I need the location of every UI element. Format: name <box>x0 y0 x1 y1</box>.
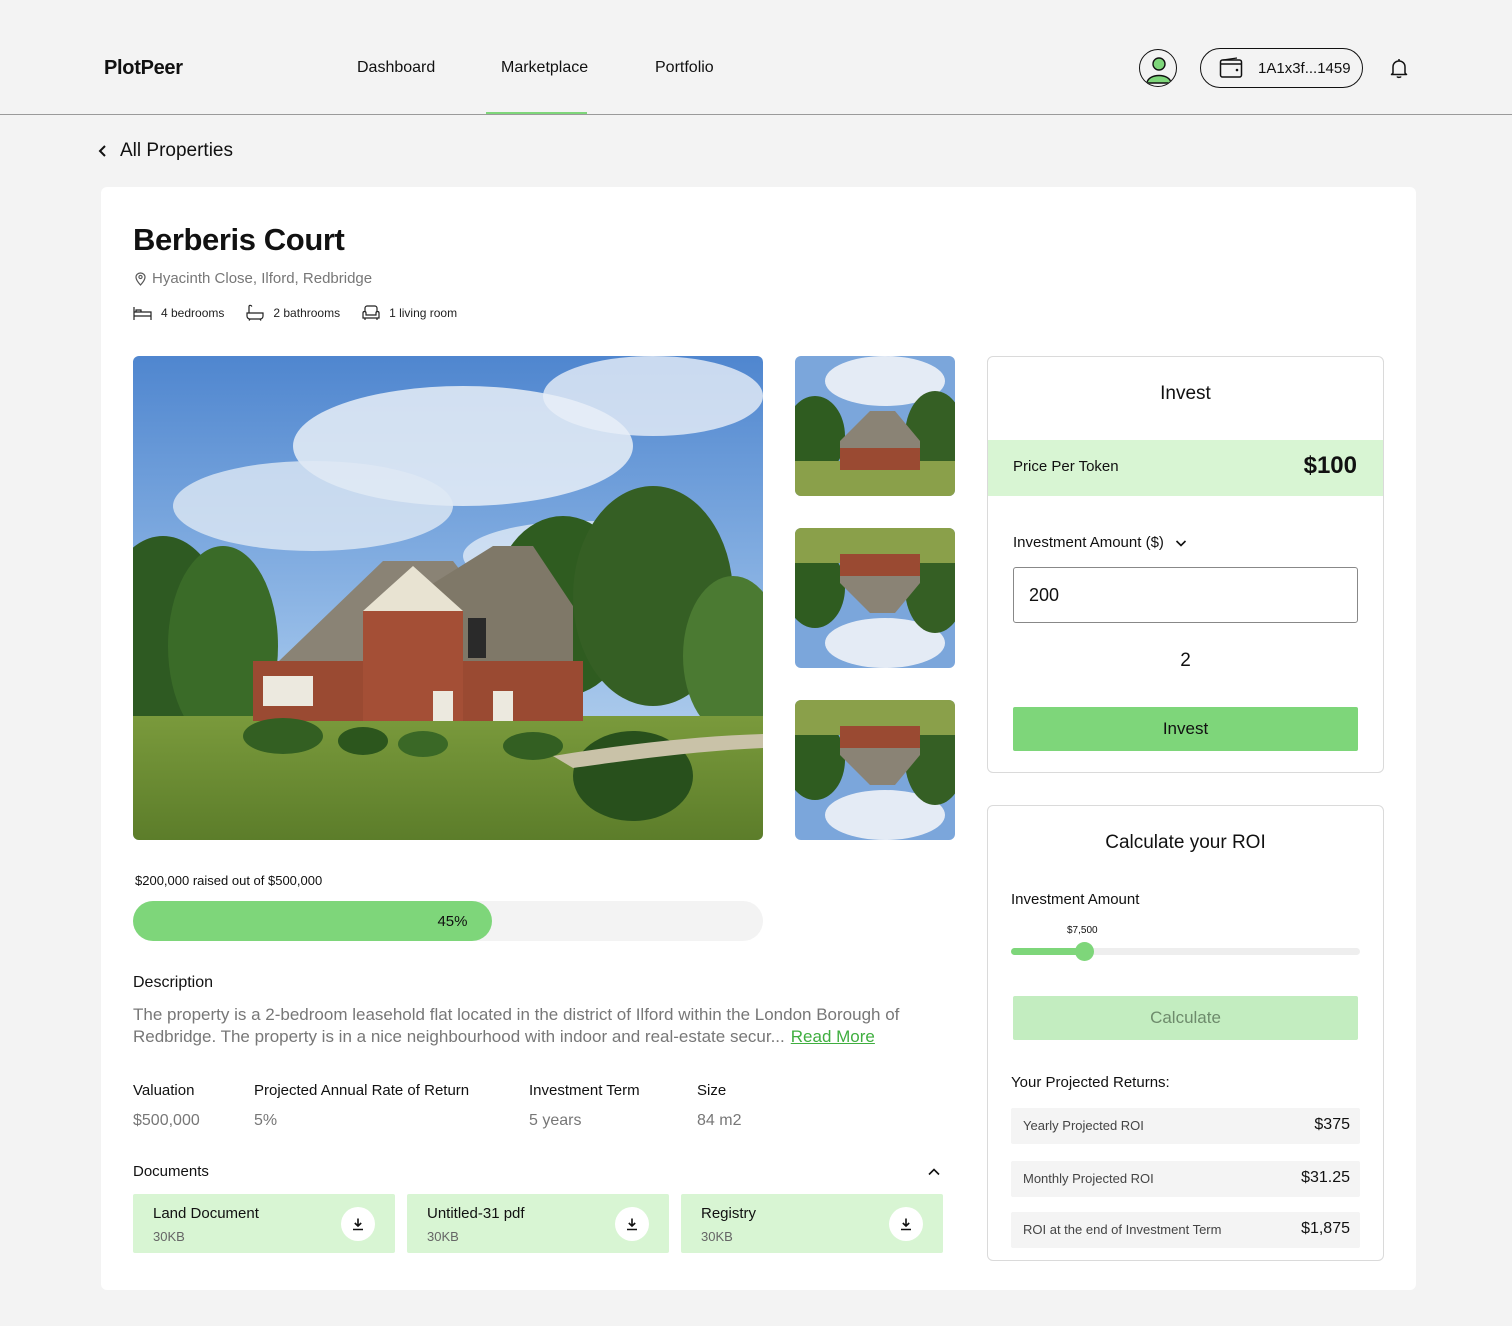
user-avatar-icon[interactable] <box>1139 49 1177 87</box>
download-icon[interactable] <box>889 1207 923 1241</box>
funding-percent: 45% <box>437 913 468 930</box>
return-rate-value: 5% <box>254 1112 278 1129</box>
property-features: 4 bedrooms 2 bathrooms 1 living room <box>133 304 479 321</box>
address-text: Hyacinth Close, Ilford, Redbridge <box>152 270 373 287</box>
nav-portfolio[interactable]: Portfolio <box>655 59 714 77</box>
wallet-button[interactable]: 1A1x3f...1459 <box>1200 48 1363 88</box>
wallet-icon <box>1219 57 1243 78</box>
property-main-photo[interactable] <box>133 356 763 840</box>
calculate-button[interactable]: Calculate <box>1013 996 1358 1040</box>
property-title: Berberis Court <box>133 222 345 257</box>
size-value: 84 m2 <box>697 1112 742 1129</box>
investment-amount-dropdown[interactable]: Investment Amount ($) <box>1013 534 1188 551</box>
document-card-land[interactable]: Land Document 30KB <box>133 1194 395 1253</box>
invest-button[interactable]: Invest <box>1013 707 1358 751</box>
active-nav-indicator <box>486 112 587 114</box>
feature-bedrooms: 4 bedrooms <box>133 304 224 321</box>
logo[interactable]: PlotPeer <box>104 57 183 80</box>
price-per-token-row: Price Per Token $100 <box>988 440 1383 496</box>
monthly-roi-row: Monthly Projected ROI $31.25 <box>1011 1161 1360 1197</box>
chevron-up-icon[interactable] <box>926 1164 942 1180</box>
invest-panel: Invest Price Per Token $100 Investment A… <box>987 356 1384 773</box>
investment-term-label: Investment Term <box>529 1082 640 1099</box>
nav-marketplace[interactable]: Marketplace <box>501 59 588 77</box>
nav-dashboard[interactable]: Dashboard <box>357 59 435 77</box>
chevron-left-icon <box>98 145 106 157</box>
documents-heading: Documents <box>133 1163 209 1180</box>
price-per-token-label: Price Per Token <box>1013 458 1119 475</box>
document-card-registry[interactable]: Registry 30KB <box>681 1194 943 1253</box>
sofa-icon <box>362 304 380 320</box>
return-rate-label: Projected Annual Rate of Return <box>254 1082 470 1099</box>
property-thumbnail-2[interactable] <box>795 528 955 668</box>
slider-fill <box>1011 948 1085 955</box>
funding-raised-text: $200,000 raised out of $500,000 <box>135 873 323 888</box>
property-thumbnail-3[interactable] <box>795 700 955 840</box>
download-icon[interactable] <box>341 1207 375 1241</box>
investment-amount-slider[interactable] <box>1011 942 1360 961</box>
document-card-untitled[interactable]: Untitled-31 pdf 30KB <box>407 1194 669 1253</box>
read-more-link[interactable]: Read More <box>791 1027 875 1046</box>
description-heading: Description <box>133 974 214 991</box>
feature-bathrooms: 2 bathrooms <box>246 304 340 321</box>
location-pin-icon <box>135 271 146 286</box>
bed-icon <box>133 306 152 320</box>
size-label: Size <box>697 1082 727 1099</box>
price-per-token-value: $100 <box>1303 452 1357 479</box>
valuation-value: $500,000 <box>133 1112 200 1129</box>
property-address: Hyacinth Close, Ilford, Redbridge <box>135 270 372 287</box>
funding-progress-fill: 45% <box>133 901 492 941</box>
invest-title: Invest <box>1160 383 1211 404</box>
feature-living-room: 1 living room <box>362 304 457 321</box>
chevron-down-icon <box>1175 539 1186 547</box>
token-count: 2 <box>1180 650 1191 671</box>
bell-icon[interactable] <box>1387 56 1411 80</box>
top-navbar: PlotPeer Dashboard Marketplace Portfolio… <box>0 0 1512 115</box>
description-text: The property is a 2-bedroom leasehold fl… <box>133 1005 900 1046</box>
investment-term-value: 5 years <box>529 1112 582 1129</box>
slider-value-label: $7,500 <box>1067 925 1098 936</box>
roi-calculator-panel: Calculate your ROI Investment Amount $7,… <box>987 805 1384 1261</box>
roi-amount-label: Investment Amount <box>1011 891 1140 908</box>
roi-title: Calculate your ROI <box>1105 832 1266 853</box>
wallet-address: 1A1x3f...1459 <box>1258 59 1351 77</box>
term-roi-row: ROI at the end of Investment Term $1,875 <box>1011 1212 1360 1248</box>
investment-amount-input[interactable] <box>1013 567 1358 623</box>
property-thumbnail-1[interactable] <box>795 356 955 496</box>
back-to-all-properties[interactable]: All Properties <box>97 140 233 162</box>
slider-handle[interactable] <box>1075 942 1095 961</box>
back-label: All Properties <box>120 140 233 161</box>
bath-icon <box>246 304 264 321</box>
yearly-roi-row: Yearly Projected ROI $375 <box>1011 1108 1360 1144</box>
download-icon[interactable] <box>615 1207 649 1241</box>
projected-returns-heading: Your Projected Returns: <box>1011 1074 1170 1091</box>
valuation-label: Valuation <box>133 1082 195 1099</box>
funding-progress-bar: 45% <box>133 901 763 941</box>
